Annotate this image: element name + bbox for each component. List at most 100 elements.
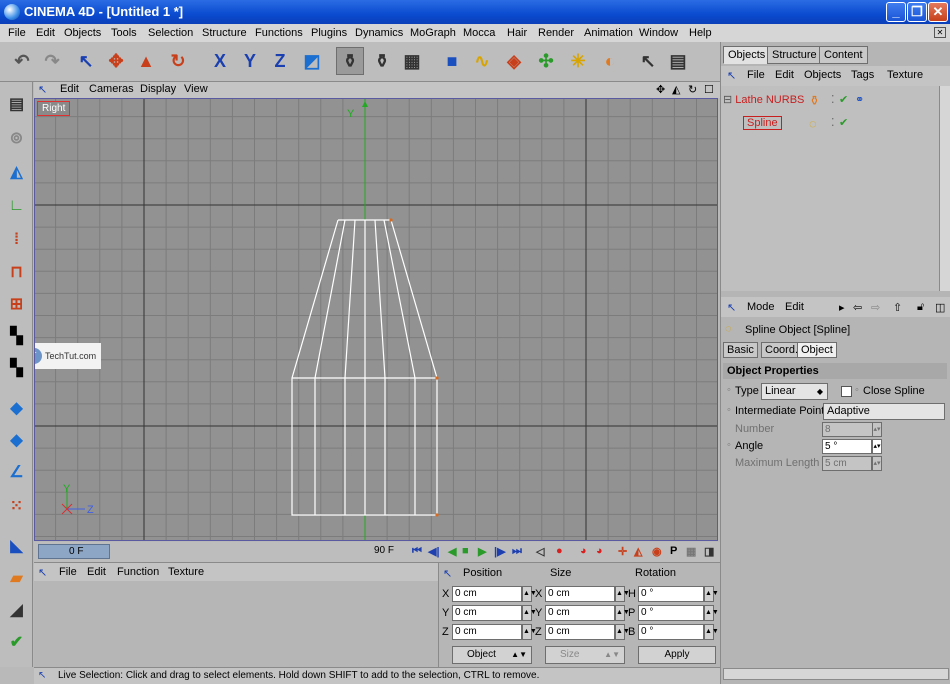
menu-mocca[interactable]: Mocca: [463, 27, 495, 39]
object-list-scrollbar[interactable]: [939, 86, 950, 291]
animatable-dot-icon[interactable]: ◦: [727, 384, 731, 396]
rotation-p-stepper[interactable]: ▲▼: [704, 605, 719, 621]
tab-coord[interactable]: Coord.: [761, 342, 803, 358]
close-spline-checkbox[interactable]: [841, 386, 852, 397]
light-icon[interactable]: ◐: [596, 47, 624, 75]
phong-tag-icon[interactable]: ⚭: [855, 93, 864, 106]
list-item[interactable]: ⊟ Lathe NURBS ⚱ ⁚ ✔ ⚭: [723, 93, 864, 108]
zoom-view-icon[interactable]: ◭: [672, 83, 680, 96]
record-icon[interactable]: ●: [556, 545, 563, 557]
maximize-button[interactable]: ❐: [907, 2, 927, 22]
angle-field[interactable]: 5 °: [822, 439, 872, 454]
bone-icon[interactable]: ◆: [3, 426, 30, 453]
list-item[interactable]: Spline ◌ ⁚ ✔: [743, 116, 848, 131]
menu-render[interactable]: Render: [538, 27, 574, 39]
spline-point[interactable]: [435, 376, 439, 380]
autokey-icon[interactable]: ◕: [580, 545, 587, 557]
size-y-stepper[interactable]: ▲▼: [615, 605, 630, 621]
close-button[interactable]: ✕: [928, 2, 948, 22]
position-x-stepper[interactable]: ▲▼: [522, 586, 537, 602]
coordinate-mode-dropdown[interactable]: Object ▲▼: [452, 646, 532, 664]
render-view-icon[interactable]: ▤: [664, 47, 692, 75]
om-menu-objects[interactable]: Objects: [804, 69, 841, 81]
apply-button[interactable]: Apply: [638, 646, 716, 664]
back-icon[interactable]: ⇦: [853, 301, 862, 314]
menu-edit[interactable]: Edit: [36, 27, 55, 39]
edges-mode-icon[interactable]: ∟: [3, 192, 30, 219]
texture-mode-icon[interactable]: ▚: [3, 322, 30, 349]
tab-objects[interactable]: Objects: [723, 46, 771, 64]
size-x-stepper[interactable]: ▲▼: [615, 586, 630, 602]
menu-hair[interactable]: Hair: [507, 27, 527, 39]
coordinate-system-icon[interactable]: ◩: [298, 47, 326, 75]
rotate-view-icon[interactable]: ↻: [688, 83, 697, 96]
collapse-icon[interactable]: ⊟: [723, 94, 732, 106]
rotation-h-stepper[interactable]: ▲▼: [704, 586, 719, 602]
enabled-check-icon[interactable]: ✔: [839, 93, 848, 106]
menu-structure[interactable]: Structure: [202, 27, 247, 39]
play-icon[interactable]: ▶: [478, 545, 486, 558]
attributes-horizontal-scrollbar[interactable]: [723, 668, 949, 680]
viewport-menu-cameras[interactable]: Cameras: [89, 83, 134, 95]
use-model-mode-icon[interactable]: ▤: [3, 90, 30, 117]
enable-axis-icon[interactable]: ✔: [3, 628, 30, 655]
material-menu-texture[interactable]: Texture: [168, 566, 204, 578]
type-dropdown[interactable]: Linear ◆: [761, 383, 828, 400]
uv-points-icon[interactable]: ⊓: [3, 258, 30, 285]
number-stepper[interactable]: ▴▾: [872, 422, 882, 437]
live-selection-icon[interactable]: ↖: [72, 47, 100, 75]
spline-point[interactable]: [435, 513, 439, 517]
om-menu-file[interactable]: File: [747, 69, 765, 81]
animatable-dot-icon[interactable]: ◦: [855, 384, 859, 396]
object-name-lathe[interactable]: Lathe NURBS: [735, 94, 804, 106]
redo-icon[interactable]: ↷: [38, 47, 66, 75]
z-axis-lock-icon[interactable]: Z: [266, 47, 294, 75]
sound-icon[interactable]: ◁: [536, 545, 544, 558]
menu-tools[interactable]: Tools: [111, 27, 137, 39]
texture-axis-icon[interactable]: ▚: [3, 354, 30, 381]
next-key-icon[interactable]: |▶: [494, 545, 506, 558]
current-frame-slider[interactable]: 0 F: [38, 544, 110, 559]
menu-animation[interactable]: Animation: [584, 27, 633, 39]
rotation-h-field[interactable]: 0 °: [638, 586, 704, 602]
x-axis-lock-icon[interactable]: X: [206, 47, 234, 75]
material-menu-file[interactable]: File: [59, 566, 77, 578]
position-x-field[interactable]: 0 cm: [452, 586, 522, 602]
tab-structure[interactable]: Structure: [767, 46, 822, 64]
viewport-menu-edit[interactable]: Edit: [60, 83, 79, 95]
rotation-key-icon[interactable]: ◉: [652, 545, 662, 558]
use-object-axis-icon[interactable]: ⊚: [3, 124, 30, 151]
viewport-menu-display[interactable]: Display: [140, 83, 176, 95]
model-tool-icon[interactable]: ⚱: [336, 47, 364, 75]
maximum-length-stepper[interactable]: ▴▾: [872, 456, 882, 471]
intermediate-points-dropdown[interactable]: Adaptive: [823, 403, 945, 420]
arrow-right-icon[interactable]: ▸: [839, 301, 845, 314]
uv-polygons-icon[interactable]: ⊞: [3, 290, 30, 317]
move-view-icon[interactable]: ✥: [656, 83, 665, 96]
position-y-stepper[interactable]: ▲▼: [522, 605, 537, 621]
menu-file[interactable]: File: [8, 27, 26, 39]
rotation-b-stepper[interactable]: ▲▼: [704, 624, 719, 640]
om-menu-texture[interactable]: Texture: [887, 69, 923, 81]
point-level-icon[interactable]: ▦: [686, 545, 696, 558]
snap-icon[interactable]: ◢: [3, 596, 30, 623]
tab-basic[interactable]: Basic: [723, 342, 758, 358]
viewport-menu-view[interactable]: View: [184, 83, 208, 95]
undo-icon[interactable]: ↶: [8, 47, 36, 75]
visibility-dots-icon[interactable]: ⁚: [831, 93, 835, 106]
render-region-icon[interactable]: ↖: [634, 47, 662, 75]
minimize-button[interactable]: _: [886, 2, 906, 22]
tab-content[interactable]: Content: [819, 46, 868, 64]
menu-functions[interactable]: Functions: [255, 27, 303, 39]
menu-selection[interactable]: Selection: [148, 27, 193, 39]
size-z-stepper[interactable]: ▲▼: [615, 624, 630, 640]
parameter-key-icon[interactable]: P: [670, 545, 677, 557]
move-icon[interactable]: ✥: [102, 47, 130, 75]
menu-window[interactable]: Window: [639, 27, 678, 39]
menu-help[interactable]: Help: [689, 27, 712, 39]
menu-objects[interactable]: Objects: [64, 27, 101, 39]
tab-object[interactable]: Object: [797, 342, 837, 358]
nurbs-icon[interactable]: ◈: [500, 47, 528, 75]
menu-mograph[interactable]: MoGraph: [410, 27, 456, 39]
go-to-start-icon[interactable]: ⏮: [412, 545, 422, 558]
